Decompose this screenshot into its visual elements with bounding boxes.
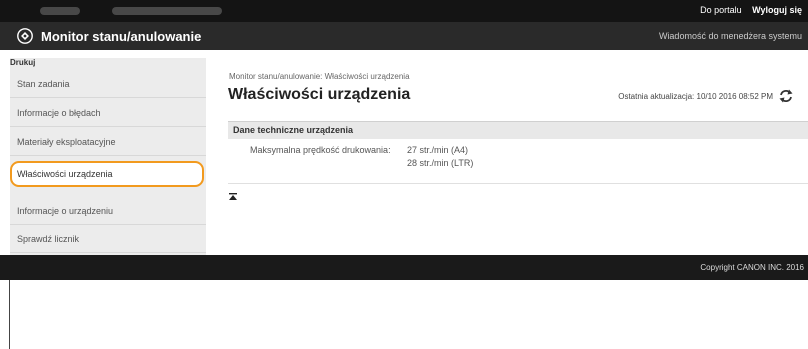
sidebar-item-check-counter[interactable]: Sprawdź licznik <box>10 225 206 253</box>
title-bar: Monitor stanu/anulowanie Wiadomość do me… <box>0 22 808 50</box>
remote-ui-logo-icon <box>17 28 33 44</box>
top-bar: Do portalu Wyloguj się <box>0 0 808 22</box>
message-to-manager-link[interactable]: Wiadomość do menedżera systemu <box>659 31 802 41</box>
copyright-text: Copyright CANON INC. 2016 <box>700 263 804 272</box>
top-links: Do portalu Wyloguj się <box>692 5 802 15</box>
section-header: Dane techniczne urządzenia <box>228 121 808 139</box>
spec-value-a4: 27 str./min (A4) <box>407 145 469 155</box>
breadcrumb: Monitor stanu/anulowanie: Właściwości ur… <box>229 72 410 81</box>
footer: Copyright CANON INC. 2016 <box>0 255 808 280</box>
app-title: Monitor stanu/anulowanie <box>41 29 202 44</box>
sidebar-item-error-info[interactable]: Informacje o błędach <box>10 99 206 127</box>
sidebar-heading: Drukuj <box>10 58 36 67</box>
portal-link[interactable]: Do portalu <box>700 5 742 15</box>
window-edge <box>9 280 10 349</box>
sidebar-item-job-status[interactable]: Stan zadania <box>10 70 206 98</box>
blurred-device-info <box>112 7 222 15</box>
divider <box>228 183 808 184</box>
main-content: Monitor stanu/anulowanie: Właściwości ur… <box>206 58 808 255</box>
spec-value-ltr: 28 str./min (LTR) <box>407 158 474 168</box>
sidebar-item-consumables[interactable]: Materiały eksploatacyjne <box>10 128 206 156</box>
refresh-icon[interactable] <box>778 88 794 104</box>
sidebar-item-device-info[interactable]: Informacje o urządzeniu <box>10 197 206 225</box>
spec-label: Maksymalna prędkość drukowania: <box>250 145 391 155</box>
sidebar-item-device-features[interactable]: Właściwości urządzenia <box>10 161 204 187</box>
logout-link[interactable]: Wyloguj się <box>752 5 802 15</box>
last-update-text: Ostatnia aktualizacja: 10/10 2016 08:52 … <box>618 92 773 101</box>
sidebar: Drukuj Stan zadania Informacje o błędach… <box>10 58 206 255</box>
blurred-device-name <box>40 7 80 15</box>
page-title: Właściwości urządzenia <box>228 86 411 103</box>
back-to-top-icon[interactable] <box>228 192 238 202</box>
